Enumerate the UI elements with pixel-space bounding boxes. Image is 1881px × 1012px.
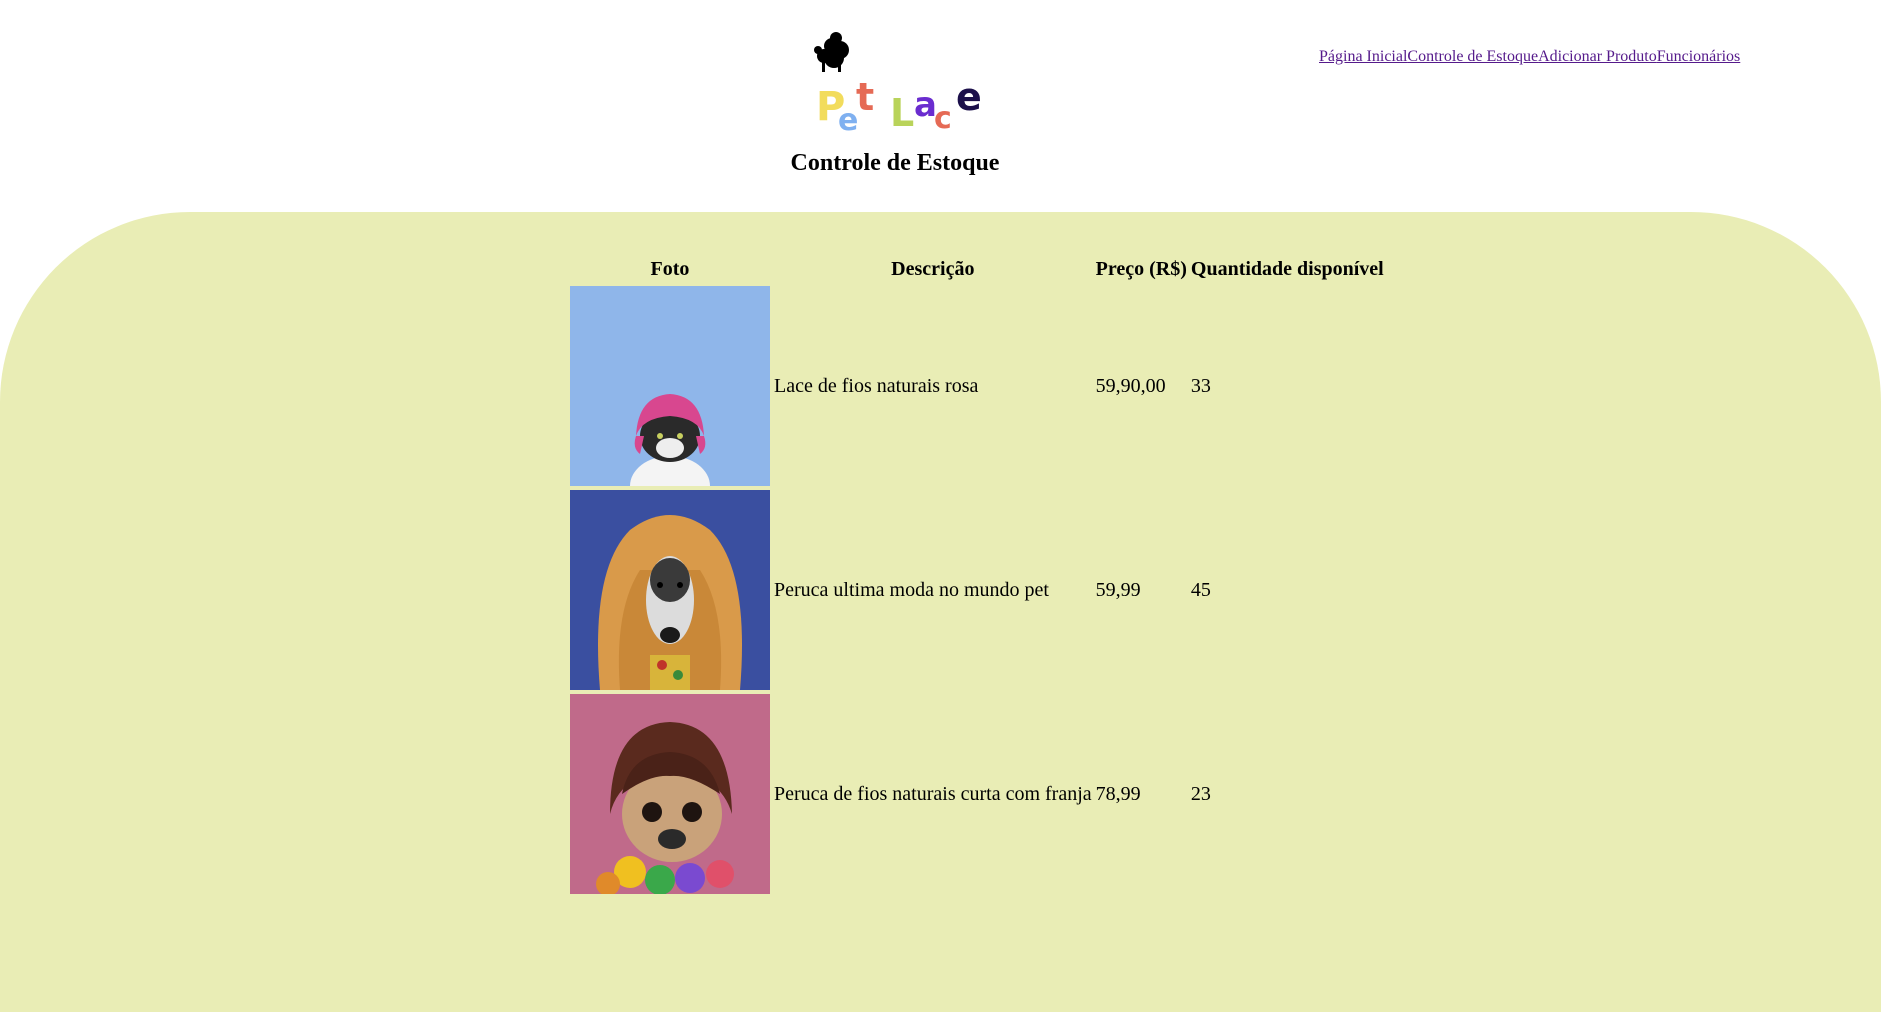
column-header-photo: Foto <box>650 257 690 280</box>
quantity-cell: 45 <box>1190 578 1211 601</box>
svg-text:e: e <box>956 75 982 119</box>
nav-link-add-product[interactable]: Adicionar Produto <box>1538 48 1657 65</box>
svg-text:L: L <box>890 91 914 132</box>
page-title: Controle de Estoque <box>790 150 1000 176</box>
product-photo-dog-curly-wig <box>570 490 770 690</box>
table-header-row: Foto Descrição Preço (R$) Quantidade dis… <box>570 256 1384 282</box>
photo-cell <box>570 694 770 894</box>
main-nav: Página InicialControle de EstoqueAdicion… <box>1319 48 1740 66</box>
column-header-description: Descrição <box>891 257 975 280</box>
pet-lace-logo: P e t L a c e <box>810 28 986 132</box>
nav-link-employees[interactable]: Funcionários <box>1657 48 1741 65</box>
price-cell: 59,90,00 <box>1095 374 1166 397</box>
product-photo-cat-pink-wig <box>570 286 770 486</box>
svg-text:c: c <box>934 101 952 132</box>
photo-cell <box>570 490 770 690</box>
description-cell: Peruca ultima moda no mundo pet <box>774 578 1049 601</box>
column-header-quantity: Quantidade disponível <box>1190 257 1384 280</box>
svg-text:t: t <box>856 75 874 119</box>
description-cell: Peruca de fios naturais curta com franja <box>774 782 1092 805</box>
table-row: Peruca de fios naturais curta com franja… <box>570 694 1384 894</box>
column-header-price: Preço (R$) <box>1095 257 1187 280</box>
nav-link-stock-control[interactable]: Controle de Estoque <box>1407 48 1538 65</box>
poodle-logo-icon: P e t L a c e <box>814 32 982 132</box>
stock-table: Foto Descrição Preço (R$) Quantidade dis… <box>566 252 1388 898</box>
photo-cell <box>570 286 770 486</box>
nav-link-home[interactable]: Página Inicial <box>1319 48 1407 65</box>
product-photo-dog-fringe-wig <box>570 694 770 894</box>
quantity-cell: 33 <box>1190 374 1211 397</box>
description-cell: Lace de fios naturais rosa <box>774 374 979 397</box>
table-row: Peruca ultima moda no mundo pet 59,99 45 <box>570 490 1384 690</box>
quantity-cell: 23 <box>1190 782 1211 805</box>
table-row: Lace de fios naturais rosa 59,90,00 33 <box>570 286 1384 486</box>
price-cell: 78,99 <box>1095 782 1141 805</box>
price-cell: 59,99 <box>1095 578 1141 601</box>
